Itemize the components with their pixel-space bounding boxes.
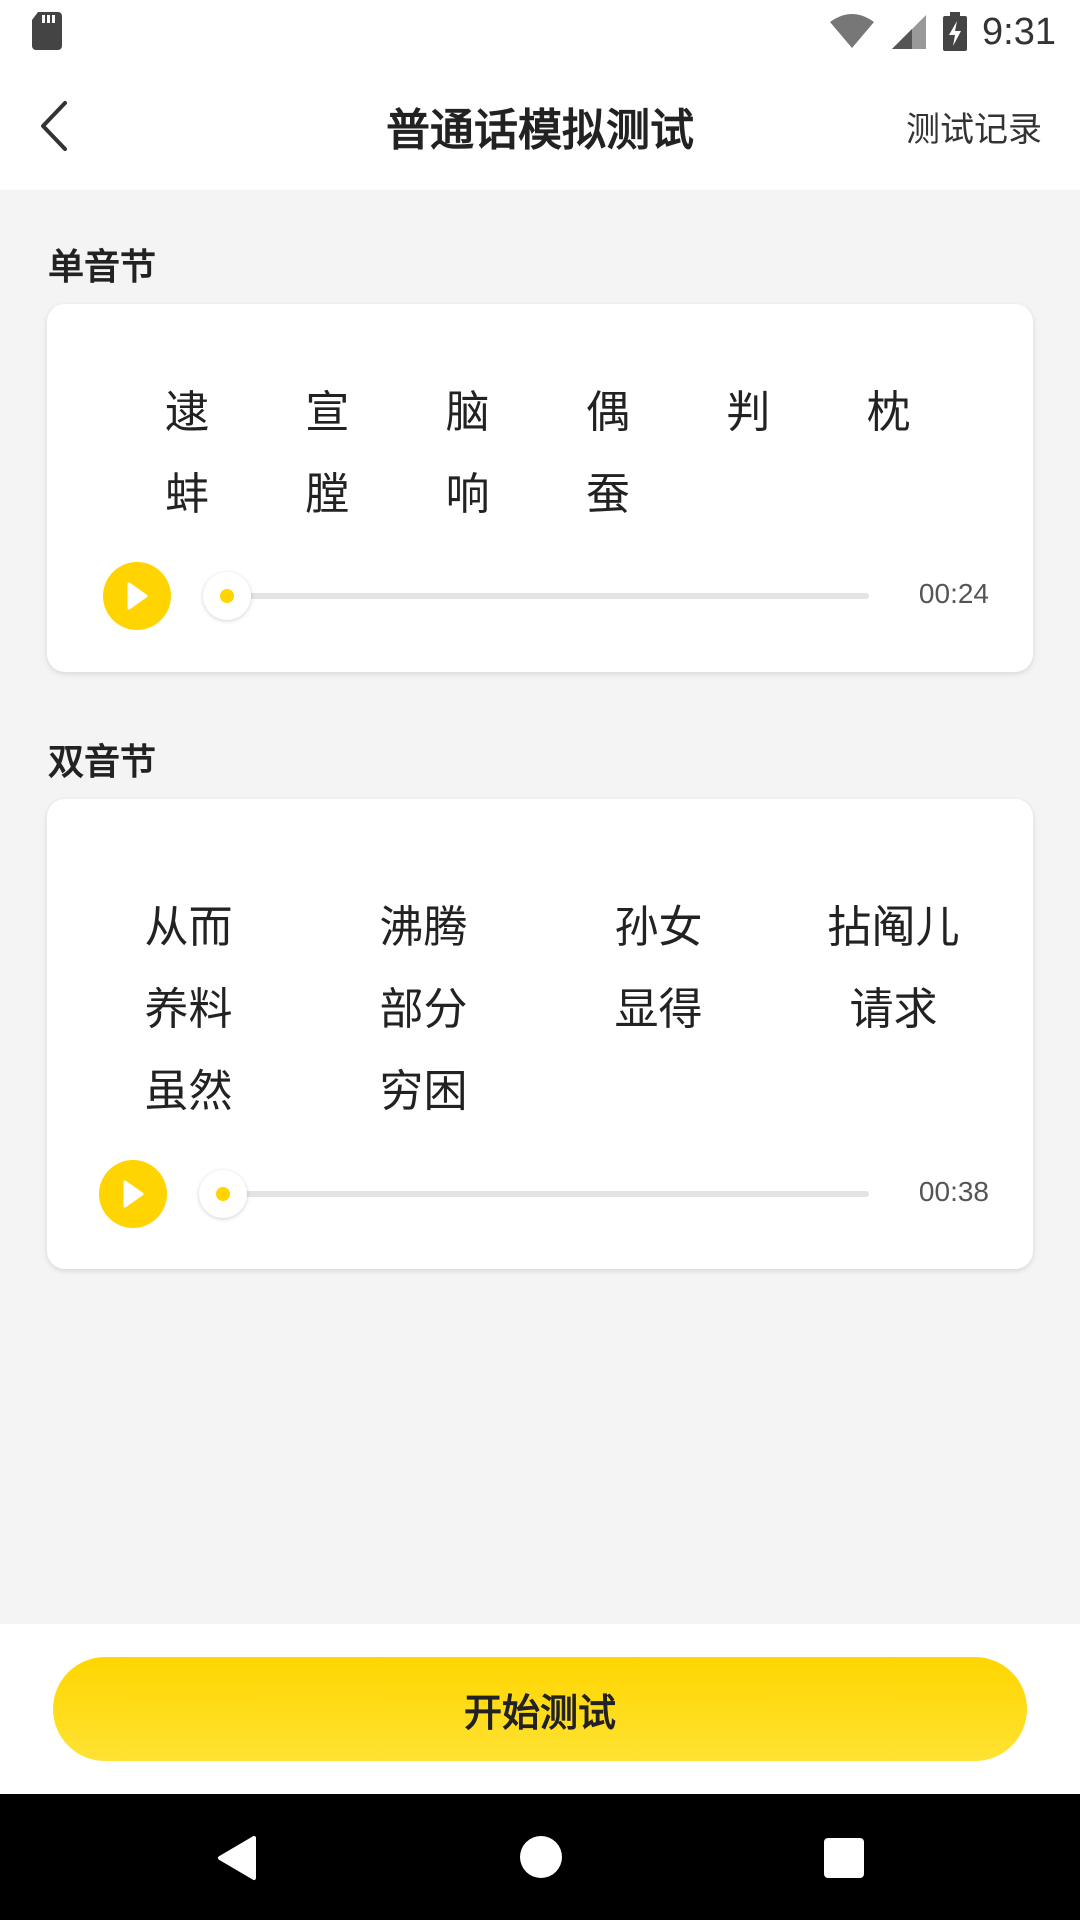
double-syllable-card: 从而 沸腾 孙女 拈阄儿 养料 部分 显得 请求 虽然 穷困 00:38 [47,799,1033,1269]
syllable-word: 拈阄儿 [827,902,960,953]
single-syllable-title: 单音节 [48,247,157,288]
syllable-char: 判 [726,387,771,438]
syllable-word: 请求 [849,984,938,1035]
nav-home-icon[interactable] [520,1836,562,1878]
single-progress-knob[interactable] [203,572,251,620]
sd-card-icon [32,12,62,50]
nav-recents-icon[interactable] [824,1838,864,1878]
single-syllable-card: 逮 宣 脑 偶 判 枕 蚌 膛 响 蚕 00:24 [47,304,1033,672]
double-syllable-grid: 从而 沸腾 孙女 拈阄儿 养料 部分 显得 请求 虽然 穷困 [71,897,1011,1123]
double-progress-knob[interactable] [199,1170,247,1218]
syllable-word: 养料 [144,984,233,1035]
status-time: 9:31 [982,10,1056,53]
double-syllable-audio-player: 00:38 [99,1160,999,1230]
single-duration: 00:24 [918,578,989,609]
syllable-word: 虽然 [144,1066,233,1117]
status-bar: 9:31 [0,0,1080,64]
bottom-action-area: 开始测试 [0,1624,1080,1794]
syllable-word: 沸腾 [379,902,468,953]
syllable-word: 从而 [144,902,233,953]
single-play-button[interactable] [103,562,171,630]
double-syllable-title: 双音节 [48,742,157,783]
syllable-word: 穷困 [379,1066,468,1117]
battery-charging-icon [943,12,968,51]
play-icon [127,582,148,610]
syllable-word: 孙女 [614,902,703,953]
syllable-char: 蚌 [165,469,209,520]
start-test-button[interactable]: 开始测试 [53,1657,1027,1761]
single-syllable-grid: 逮 宣 脑 偶 判 枕 蚌 膛 响 蚕 [119,382,961,526]
nav-back-icon[interactable] [214,1834,258,1882]
syllable-char: 膛 [305,469,350,520]
double-play-button[interactable] [99,1160,167,1228]
single-progress-track[interactable] [209,593,869,599]
test-history-link[interactable]: 测试记录 [906,102,1042,151]
syllable-char: 响 [445,469,490,520]
double-duration: 00:38 [918,1176,989,1207]
play-icon [123,1180,144,1208]
syllable-char: 宣 [305,387,350,438]
wifi-icon [830,14,875,48]
syllable-word: 显得 [614,984,703,1035]
system-nav-bar [0,1794,1080,1920]
syllable-char: 偶 [585,387,630,438]
app-header: 普通话模拟测试 测试记录 [0,64,1080,190]
syllable-char: 脑 [445,387,490,438]
double-progress-track[interactable] [209,1191,869,1197]
single-syllable-audio-player: 00:24 [103,562,1003,632]
syllable-char: 枕 [866,387,911,438]
syllable-char: 蚕 [585,469,630,520]
signal-icon [892,15,927,49]
syllable-word: 部分 [379,984,468,1035]
syllable-char: 逮 [165,387,209,438]
